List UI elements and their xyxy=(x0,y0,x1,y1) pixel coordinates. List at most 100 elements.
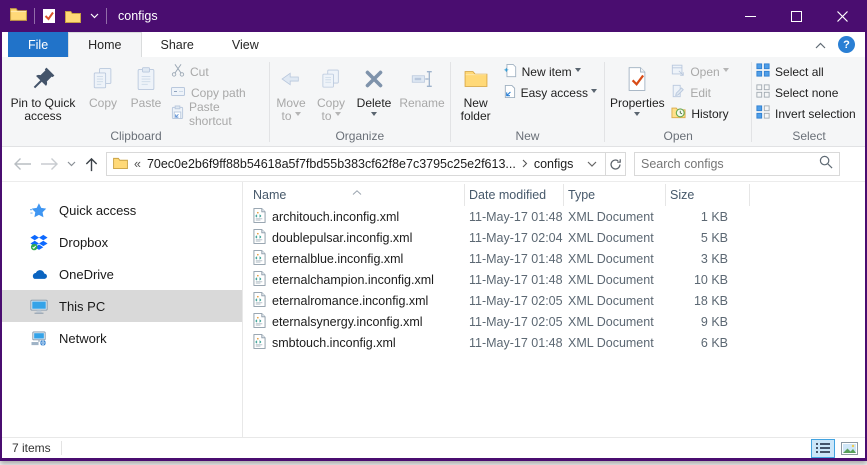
xml-file-icon xyxy=(253,291,266,310)
sidebar-item-onedrive[interactable]: OneDrive xyxy=(2,258,242,290)
button-label: Paste xyxy=(130,96,162,110)
address-bar-row: « 70ec0e2b6f9ff88b54618a5f7fbd55b383cf62… xyxy=(2,147,865,182)
edit-button: Edit xyxy=(668,82,748,103)
pin-to-quick-access-button[interactable]: Pin to Quick access xyxy=(4,60,82,123)
sidebar-item-quick-access[interactable]: Quick access xyxy=(2,194,242,226)
titlebar: configs xyxy=(2,0,865,32)
tab-share[interactable]: Share xyxy=(142,32,213,57)
table-row[interactable]: eternalchampion.inconfig.xml 11-May-17 0… xyxy=(249,269,865,290)
pin-icon xyxy=(29,63,57,95)
paste-button: Paste xyxy=(124,60,168,110)
button-label: Properties xyxy=(609,96,665,110)
thumbnails-view-button[interactable] xyxy=(837,439,861,458)
xml-file-icon xyxy=(253,312,266,331)
rename-icon xyxy=(409,63,435,95)
column-header-date-modified[interactable]: Date modified xyxy=(465,184,564,206)
button-label: Cut xyxy=(190,64,209,79)
properties-icon xyxy=(623,63,651,95)
main-content: Quick access Dropbox OneDrive This PC Ne… xyxy=(2,182,865,437)
select-none-icon xyxy=(756,84,770,101)
xml-file-icon xyxy=(253,228,266,247)
refresh-button[interactable] xyxy=(605,153,625,175)
select-none-button[interactable]: Select none xyxy=(753,82,865,103)
button-label: Delete xyxy=(356,96,392,110)
properties-button[interactable]: Properties xyxy=(606,60,668,119)
new-item-button[interactable]: New item xyxy=(500,61,602,82)
close-button[interactable] xyxy=(819,0,865,32)
select-all-icon xyxy=(756,63,770,80)
button-label: Select none xyxy=(775,85,839,100)
history-button[interactable]: History xyxy=(668,103,748,124)
qat-new-folder-button[interactable] xyxy=(65,10,81,23)
move-to-button: Move to xyxy=(271,60,311,123)
tab-view[interactable]: View xyxy=(213,32,278,57)
this-pc-icon xyxy=(29,298,48,315)
breadcrumb-chevron-icon[interactable] xyxy=(522,157,528,171)
copy-to-icon xyxy=(318,63,344,95)
ribbon-group-divider xyxy=(751,62,753,142)
breadcrumb-overflow-glyph[interactable]: « xyxy=(134,157,141,171)
quick-access-toolbar xyxy=(42,8,99,24)
address-dropdown-chevron-icon[interactable] xyxy=(579,153,605,175)
navigation-pane: Quick access Dropbox OneDrive This PC Ne… xyxy=(2,182,243,437)
scissors-icon xyxy=(171,63,185,80)
sidebar-item-dropbox[interactable]: Dropbox xyxy=(2,226,242,258)
recent-locations-chevron-icon[interactable] xyxy=(64,158,79,170)
ribbon-group-divider xyxy=(449,62,451,142)
table-row[interactable]: eternalblue.inconfig.xml 11-May-17 01:48… xyxy=(249,248,865,269)
button-label: Copy xyxy=(88,96,117,110)
new-item-icon xyxy=(503,63,517,81)
ribbon-group-clipboard: Pin to Quick access Copy Paste Cut Copy … xyxy=(4,58,268,146)
folder-icon xyxy=(113,157,128,172)
table-row[interactable]: architouch.inconfig.xml 11-May-17 01:48 … xyxy=(249,206,865,227)
table-row[interactable]: smbtouch.inconfig.xml 11-May-17 01:48 XM… xyxy=(249,332,865,353)
thumbnails-view-icon xyxy=(840,441,858,455)
easy-access-button[interactable]: Easy access xyxy=(500,82,602,103)
column-header-size[interactable]: Size xyxy=(666,184,750,206)
table-row[interactable]: eternalsynergy.inconfig.xml 11-May-17 02… xyxy=(249,311,865,332)
select-all-button[interactable]: Select all xyxy=(753,61,865,82)
button-label: Rename xyxy=(399,96,445,110)
column-header-name[interactable]: Name xyxy=(249,184,465,206)
rename-button: Rename xyxy=(397,60,447,110)
table-row[interactable]: doublepulsar.inconfig.xml 11-May-17 02:0… xyxy=(249,227,865,248)
window-title: configs xyxy=(118,9,158,23)
button-label: Easy access xyxy=(521,86,597,100)
qat-customize-chevron-icon[interactable] xyxy=(90,13,99,19)
collapse-ribbon-chevron-icon[interactable] xyxy=(815,36,826,54)
onedrive-icon xyxy=(29,268,48,280)
sidebar-item-label: This PC xyxy=(59,298,106,314)
maximize-button[interactable] xyxy=(773,0,819,32)
status-bar: 7 items xyxy=(2,437,865,458)
group-label-clipboard: Clipboard xyxy=(110,129,162,143)
invert-selection-button[interactable]: Invert selection xyxy=(753,103,865,124)
ribbon-group-select: Select all Select none Invert selection xyxy=(753,58,865,146)
copy-button: Copy xyxy=(82,60,124,110)
breadcrumb-parent-folder[interactable]: 70ec0e2b6f9ff88b54618a5f7fbd55b383cf62f8… xyxy=(147,157,516,171)
table-row[interactable]: eternalromance.inconfig.xml 11-May-17 02… xyxy=(249,290,865,311)
help-icon[interactable]: ? xyxy=(838,36,855,53)
dropbox-icon xyxy=(29,234,48,251)
tab-home[interactable]: Home xyxy=(68,32,142,57)
search-input[interactable] xyxy=(641,157,819,171)
sidebar-item-this-pc[interactable]: This PC xyxy=(2,290,242,322)
group-label-select: Select xyxy=(792,129,826,143)
details-view-button[interactable] xyxy=(811,438,835,458)
breadcrumb: « 70ec0e2b6f9ff88b54618a5f7fbd55b383cf62… xyxy=(107,153,579,175)
paste-shortcut-button: Paste shortcut xyxy=(168,100,268,128)
file-list-pane: Name Date modified Type Size architouch.… xyxy=(243,182,865,437)
ribbon-tab-row: File Home Share View ? xyxy=(2,32,865,57)
delete-button[interactable]: Delete xyxy=(351,60,397,119)
network-icon xyxy=(29,330,48,346)
sidebar-item-network[interactable]: Network xyxy=(2,322,242,354)
qat-properties-button[interactable] xyxy=(42,8,56,24)
breadcrumb-current-folder[interactable]: configs xyxy=(534,157,574,171)
column-header-type[interactable]: Type xyxy=(564,184,666,206)
quick-access-star-icon xyxy=(29,202,48,219)
new-folder-button[interactable]: New folder xyxy=(452,60,500,123)
address-bar[interactable]: « 70ec0e2b6f9ff88b54618a5f7fbd55b383cf62… xyxy=(106,152,626,176)
minimize-button[interactable] xyxy=(727,0,773,32)
up-button[interactable] xyxy=(81,154,102,175)
tab-file[interactable]: File xyxy=(8,32,69,57)
search-icon[interactable] xyxy=(819,155,833,174)
